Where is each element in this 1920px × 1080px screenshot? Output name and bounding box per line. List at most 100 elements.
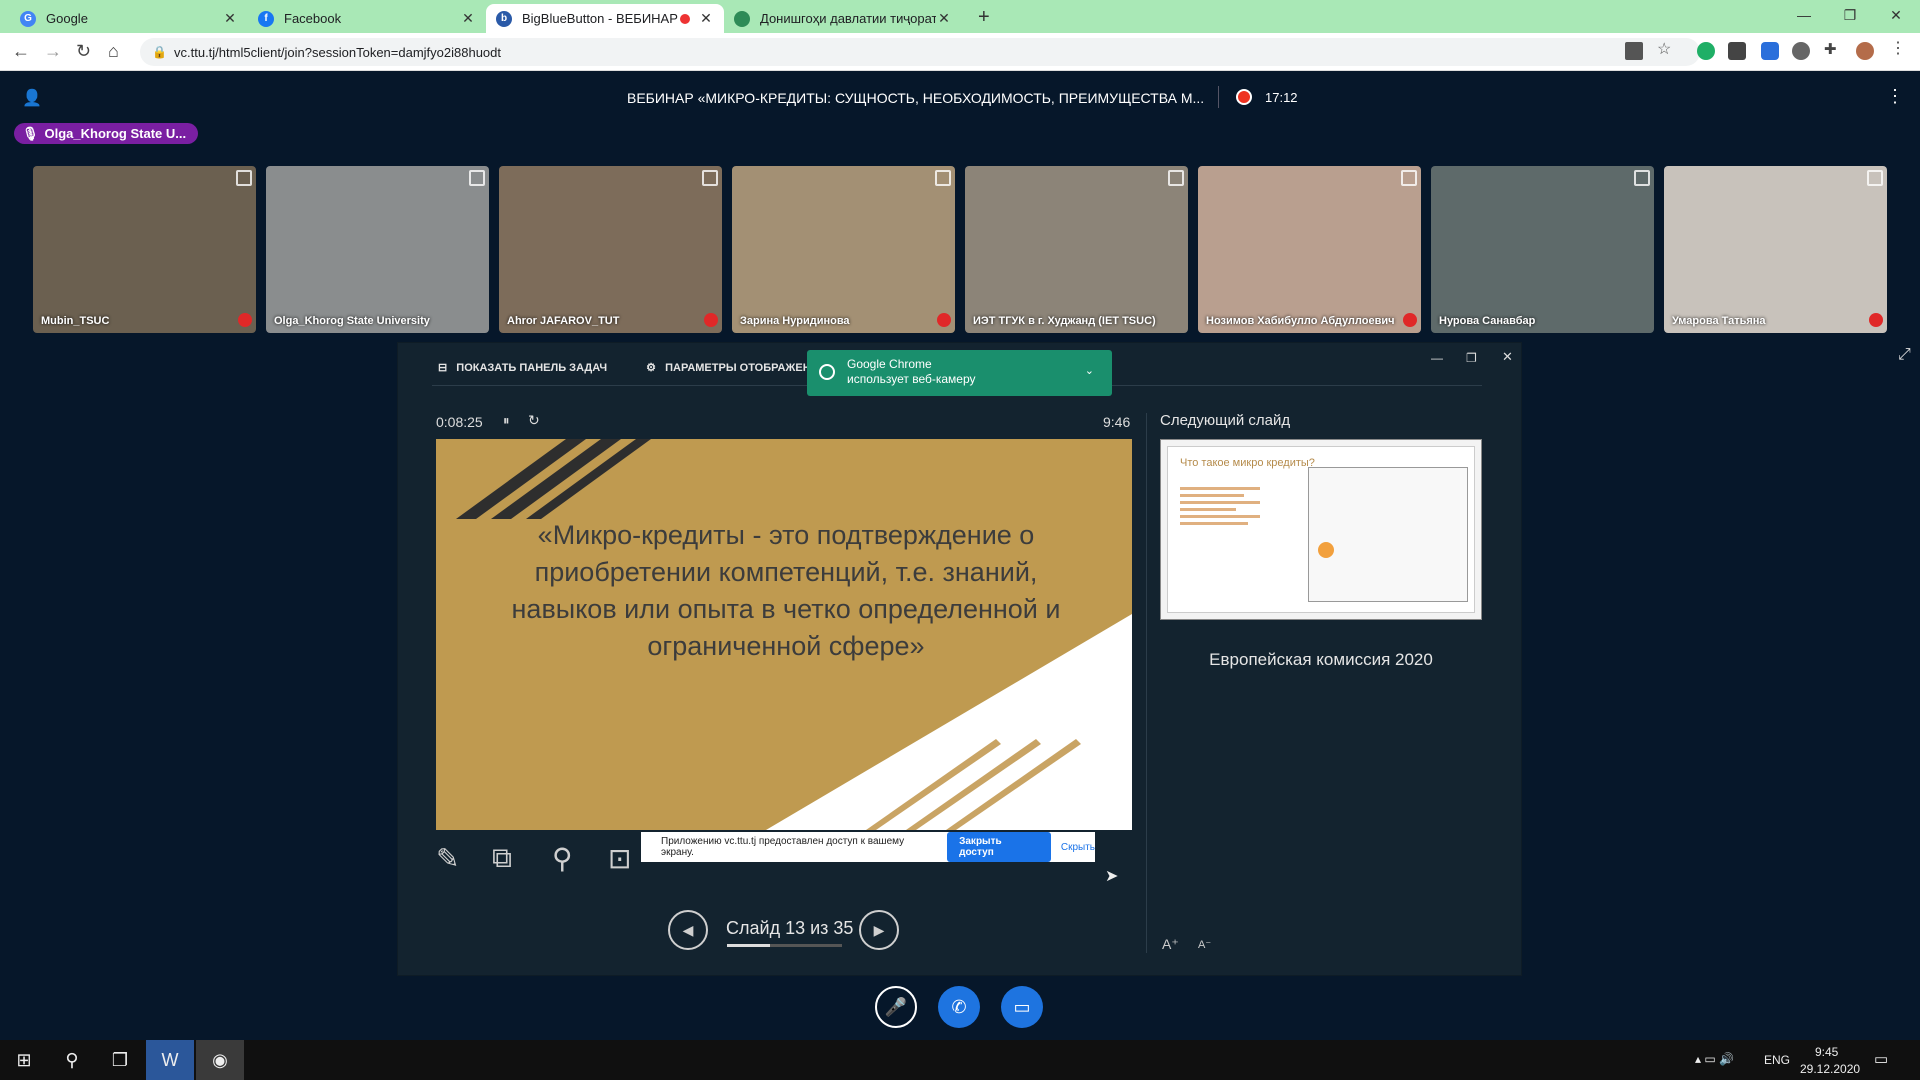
video-tile[interactable]: Olga_Khorog State University xyxy=(266,166,489,333)
divider xyxy=(1218,86,1219,108)
address-bar[interactable]: 🔒 vc.ttu.tj/html5client/join?sessionToke… xyxy=(140,38,1700,66)
presentation-icon[interactable]: ⊡ xyxy=(608,842,631,875)
minimize-button[interactable]: — xyxy=(1781,0,1827,30)
tab-google[interactable]: G Google ✕ xyxy=(10,4,248,33)
tab-bigbluebutton[interactable]: b BigBlueButton - ВЕБИНАР « ✕ xyxy=(486,4,724,33)
slide-counter: Слайд 13 из 35 xyxy=(726,918,854,938)
close-icon[interactable]: ✕ xyxy=(936,10,952,27)
grammarly-icon[interactable] xyxy=(1697,42,1715,60)
slide-progress-fill xyxy=(727,944,770,947)
microphone-button[interactable]: 🎤 xyxy=(875,986,917,1028)
video-tile[interactable]: Нозимов Хабибулло Абдуллоевич xyxy=(1198,166,1421,333)
video-tile[interactable]: Нурова Санавбар xyxy=(1431,166,1654,333)
window-close-button[interactable]: ✕ xyxy=(1873,0,1919,30)
chrome-icon[interactable]: ◉ xyxy=(196,1040,244,1080)
reset-timer-icon[interactable]: ↻ xyxy=(528,412,540,429)
fullscreen-icon[interactable] xyxy=(935,170,951,186)
restore-button[interactable]: ❐ xyxy=(1827,0,1873,30)
new-tab-button[interactable]: + xyxy=(978,6,990,29)
hide-button[interactable]: Скрыть xyxy=(1061,842,1095,853)
user-list-icon[interactable]: 👤 xyxy=(22,88,42,108)
video-tile[interactable]: Mubin_TSUC xyxy=(33,166,256,333)
tab-university[interactable]: Донишгоҳи давлатии тиҷорати ✕ xyxy=(724,4,962,33)
extension-icon[interactable] xyxy=(1792,42,1810,60)
previous-slide-button[interactable]: ◀ xyxy=(668,910,708,950)
next-slide-button[interactable]: ▶ xyxy=(859,910,899,950)
fullscreen-icon[interactable] xyxy=(1634,170,1650,186)
camera-button[interactable]: ▭ xyxy=(1001,986,1043,1028)
video-tile[interactable]: Ahror JAFAROV_TUT xyxy=(499,166,722,333)
badge-image xyxy=(1318,542,1334,558)
lock-icon: 🔒 xyxy=(152,45,167,59)
microphone-icon: 🎙 xyxy=(22,125,39,141)
muted-mic-icon xyxy=(238,313,252,327)
muted-mic-icon xyxy=(704,313,718,327)
notifications-icon[interactable]: ▭ xyxy=(1874,1050,1888,1068)
video-tile[interactable]: Зарина Нуридинова xyxy=(732,166,955,333)
show-taskbar-button[interactable]: ПОКАЗАТЬ ПАНЕЛЬ ЗАДАЧ xyxy=(456,362,607,374)
fullscreen-icon[interactable] xyxy=(702,170,718,186)
display-settings-icon: ⚙ xyxy=(646,362,657,374)
language-indicator[interactable]: ENG xyxy=(1764,1053,1790,1067)
fullscreen-presentation-icon[interactable]: ⤢ xyxy=(1898,346,1911,364)
word-icon[interactable]: W xyxy=(146,1040,194,1080)
windows-taskbar: ⊞ ⚲ ❐ W ◉ xyxy=(0,1040,1920,1080)
chevron-down-icon[interactable]: ⌄ xyxy=(1085,364,1094,379)
slides-grid-icon[interactable]: ⧉ xyxy=(492,842,512,875)
stop-sharing-button[interactable]: Закрыть доступ xyxy=(947,832,1051,862)
reload-icon[interactable]: ↻ xyxy=(76,41,91,62)
back-icon[interactable]: ← xyxy=(12,41,30,62)
increase-font-icon[interactable]: A⁺ xyxy=(1162,936,1179,953)
close-icon[interactable]: ✕ xyxy=(698,10,714,27)
decrease-font-icon[interactable]: A⁻ xyxy=(1198,938,1211,951)
forward-icon[interactable]: → xyxy=(44,41,62,62)
video-tile[interactable]: Умарова Татьяна xyxy=(1664,166,1887,333)
menu-icon[interactable]: ⋮ xyxy=(1890,38,1908,57)
video-icon: ▭ xyxy=(1013,996,1031,1017)
fullscreen-icon[interactable] xyxy=(1168,170,1184,186)
clock: 9:46 xyxy=(1103,414,1131,430)
fullscreen-icon[interactable] xyxy=(1867,170,1883,186)
home-icon[interactable]: ⌂ xyxy=(108,41,119,62)
fullscreen-icon[interactable] xyxy=(236,170,252,186)
elapsed-time: 0:08:25 xyxy=(436,414,483,430)
pen-icon[interactable]: ✎ xyxy=(436,842,459,875)
site-icon xyxy=(734,10,750,27)
current-slide: «Микро-кредиты - это подтверждение о при… xyxy=(436,439,1132,830)
pause-icon[interactable]: ⏸ xyxy=(503,413,510,429)
webcam-icon xyxy=(819,364,835,380)
chrome-camera-notice[interactable]: Google Chrome использует веб-камеру ⌄ xyxy=(807,350,1112,396)
slide-text: «Микро-кредиты - это подтверждение о при… xyxy=(511,520,1061,661)
star-icon[interactable]: ☆ xyxy=(1657,39,1675,58)
tray-icons[interactable]: ▴ ▭ 🔊 xyxy=(1695,1052,1734,1066)
leave-audio-button[interactable]: ✆ xyxy=(938,986,980,1028)
google-icon: G xyxy=(20,10,36,27)
avatar[interactable] xyxy=(1856,42,1874,60)
next-slide-thumbnail[interactable]: Что такое микро кредиты? xyxy=(1160,439,1482,620)
windows-start-icon[interactable]: ⊞ xyxy=(0,1040,48,1080)
extension-icon[interactable] xyxy=(1728,42,1746,60)
mouse-cursor-icon: ➤ xyxy=(1105,868,1119,885)
clock-date: 29.12.2020 xyxy=(1800,1062,1861,1076)
puzzle-icon[interactable]: ✚ xyxy=(1824,40,1842,58)
camera-icon[interactable] xyxy=(1625,42,1643,60)
extension-icon[interactable] xyxy=(1761,42,1779,60)
record-indicator-icon[interactable] xyxy=(1236,89,1252,105)
task-view-icon[interactable]: ❐ xyxy=(96,1040,144,1080)
tab-facebook[interactable]: f Facebook ✕ xyxy=(248,4,486,33)
fullscreen-icon[interactable] xyxy=(1401,170,1417,186)
close-icon[interactable]: ✕ xyxy=(460,10,476,27)
zoom-icon[interactable]: ⚲ xyxy=(552,842,573,875)
close-icon[interactable]: ✕ xyxy=(1502,349,1513,365)
screen-share-bar: Приложению vc.ttu.tj предоставлен доступ… xyxy=(641,832,1095,862)
close-icon[interactable]: ✕ xyxy=(222,10,238,27)
fullscreen-icon[interactable] xyxy=(469,170,485,186)
presenter-toolbar: ⊟ ПОКАЗАТЬ ПАНЕЛЬ ЗАДАЧ ⚙ ПАРАМЕТРЫ ОТОБ… xyxy=(438,361,835,374)
options-menu-icon[interactable]: ⋮ xyxy=(1886,86,1904,107)
clock-time: 9:45 xyxy=(1815,1045,1839,1059)
video-tile[interactable]: ИЭТ ТГУК в г. Худжанд (IET TSUC) xyxy=(965,166,1188,333)
minimize-icon[interactable]: — xyxy=(1431,351,1443,365)
bigbluebutton-icon: b xyxy=(496,10,512,27)
restore-icon[interactable]: ❐ xyxy=(1466,351,1477,365)
search-icon[interactable]: ⚲ xyxy=(48,1040,96,1080)
